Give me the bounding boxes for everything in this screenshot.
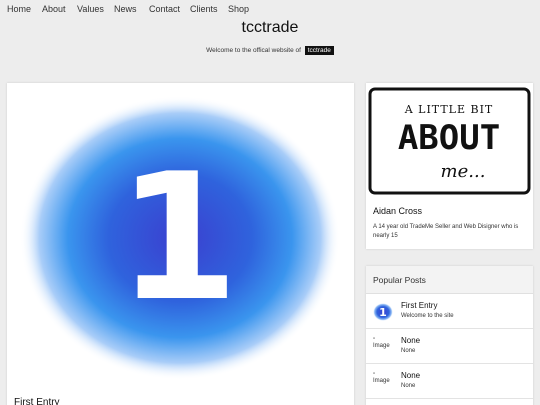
about-image-line1: A LITTLE BIT [404, 103, 494, 116]
broken-image-placeholder[interactable]: ▫ Image [373, 336, 390, 350]
about-description: A 14 year old TradeMe Seller and Web Dis… [373, 224, 519, 239]
site-title[interactable]: tcctrade [0, 19, 540, 37]
about-card: A LITTLE BIT ABOUT me... Aidan Cross A 1… [366, 83, 533, 249]
popular-post-snippet: Welcome to the site [401, 313, 454, 319]
nav-link-news[interactable]: News [114, 4, 137, 14]
nav-link-values[interactable]: Values [77, 4, 104, 14]
about-name: Aidan Cross [373, 206, 423, 216]
popular-post-item[interactable]: ▫ Image None None [366, 329, 533, 364]
image-alt-text: Image [373, 378, 390, 384]
tagline-badge: tcctrade [304, 46, 334, 55]
about-image-line2: ABOUT [398, 118, 500, 158]
nav-link-about[interactable]: About [42, 4, 66, 14]
top-navigation: Home About Values News Contact Clients S… [0, 0, 540, 20]
nav-link-home[interactable]: Home [7, 4, 31, 14]
popular-post-title[interactable]: First Entry [401, 301, 437, 310]
tagline-text: Welcome to the offical website of [206, 47, 301, 54]
nav-link-shop[interactable]: Shop [228, 4, 249, 14]
nav-link-contact[interactable]: Contact [149, 4, 180, 14]
popular-post-title[interactable]: None [401, 336, 420, 345]
popular-post-title[interactable]: None [401, 371, 420, 380]
hero-image[interactable]: 1 [7, 83, 354, 391]
popular-post-item[interactable]: 1 First Entry Welcome to the site [366, 294, 533, 329]
about-image-line3: me... [441, 161, 486, 182]
site-tagline: Welcome to the offical website of tcctra… [0, 46, 540, 55]
post-thumbnail[interactable]: 1 [373, 302, 393, 322]
broken-image-placeholder[interactable]: ▫ Image [373, 371, 390, 385]
about-me-image: A LITTLE BIT ABOUT me... [368, 87, 531, 195]
thumbnail-number: 1 [379, 306, 387, 319]
image-alt-text: Image [373, 343, 390, 349]
popular-post-snippet: None [401, 383, 416, 389]
featured-post-card: 1 First Entry [7, 83, 354, 405]
post-title[interactable]: First Entry [14, 397, 60, 405]
nav-link-clients[interactable]: Clients [190, 4, 218, 14]
popular-posts-header: Popular Posts [366, 266, 533, 294]
hero-number: 1 [117, 137, 239, 340]
popular-posts-heading: Popular Posts [373, 275, 426, 285]
popular-posts-card: Popular Posts 1 First Entry Welcome to t… [366, 266, 533, 405]
popular-post-snippet: None [401, 348, 416, 354]
popular-post-item[interactable]: ▫ Image None None [366, 364, 533, 399]
